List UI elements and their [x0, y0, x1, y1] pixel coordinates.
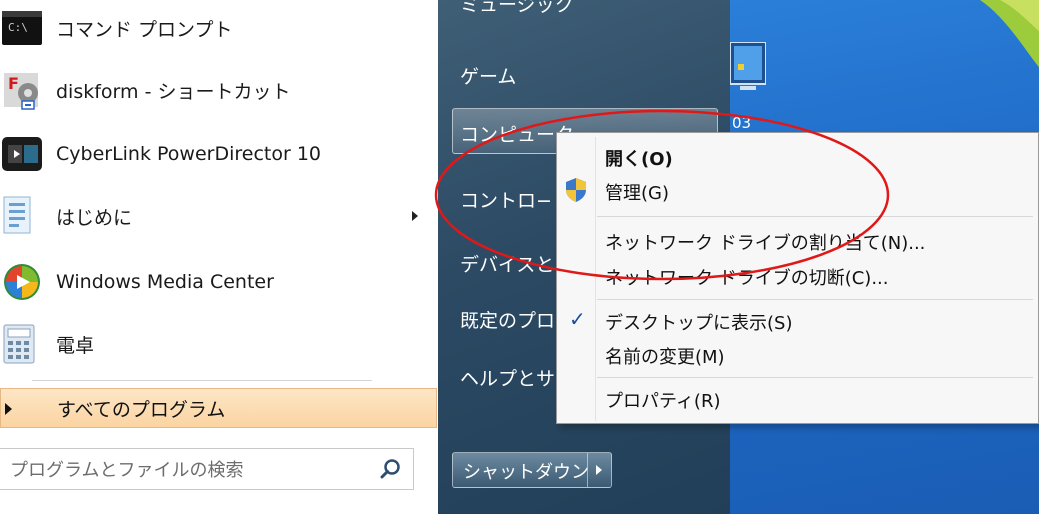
menu-item-devices-printers[interactable]: デバイスと: [460, 250, 554, 277]
context-item-show-on-desktop[interactable]: デスクトップに表示(S): [605, 309, 792, 335]
search-icon[interactable]: [379, 457, 403, 481]
menu-separator: [597, 299, 1033, 300]
divider: [587, 453, 588, 487]
program-label: はじめに: [56, 206, 133, 229]
program-label: CyberLink PowerDirector 10: [56, 143, 322, 165]
menu-separator: [597, 377, 1033, 378]
menu-item-help-support[interactable]: ヘルプとサ: [460, 364, 555, 391]
checkmark-icon: ✓: [569, 307, 586, 331]
media-center-icon: [0, 261, 46, 303]
powerdirector-icon: [0, 133, 46, 175]
program-item-diskform[interactable]: F diskform - ショートカット: [0, 62, 430, 118]
search-input[interactable]: [0, 449, 382, 491]
program-item-calculator[interactable]: 電卓: [0, 316, 430, 372]
menu-item-default-programs[interactable]: 既定のプロ: [460, 306, 555, 333]
program-item-cmd[interactable]: C:\ コマンド プロンプト: [0, 0, 430, 56]
context-item-rename[interactable]: 名前の変更(M): [605, 343, 725, 369]
expand-arrow-icon: [5, 403, 12, 415]
svg-text:F: F: [8, 74, 19, 93]
submenu-arrow-icon: [412, 211, 418, 221]
uac-shield-icon: [565, 177, 587, 203]
all-programs-label: すべてのプログラム: [57, 398, 226, 421]
desktop-icon-caption: 03: [732, 114, 752, 132]
context-item-properties[interactable]: プロパティ(R): [605, 387, 720, 413]
menu-item-games[interactable]: ゲーム: [460, 62, 516, 89]
getting-started-icon: [0, 195, 46, 237]
program-item-powerdirector[interactable]: CyberLink PowerDirector 10: [0, 126, 430, 182]
context-item-map-network-drive[interactable]: ネットワーク ドライブの割り当て(N)...: [605, 229, 925, 255]
cmd-icon: C:\: [0, 7, 46, 49]
start-menu-left-panel: C:\ コマンド プロンプト F diskform - ショートカット Cybe…: [0, 0, 438, 514]
program-item-getting-started[interactable]: はじめに: [0, 188, 430, 244]
context-item-manage[interactable]: 管理(G): [605, 179, 669, 205]
program-label: コマンド プロンプト: [56, 18, 233, 41]
program-label: 電卓: [56, 334, 95, 357]
svg-text:C:\: C:\: [8, 21, 28, 34]
shutdown-options-arrow-icon[interactable]: [596, 465, 602, 475]
shutdown-label: シャットダウン: [463, 462, 589, 483]
calculator-icon: [0, 323, 46, 365]
context-menu: 開く(O) 管理(G) ネットワーク ドライブの割り当て(N)... ネットワー…: [556, 132, 1039, 424]
program-label: Windows Media Center: [56, 271, 274, 293]
program-label: diskform - ショートカット: [56, 80, 291, 103]
search-box: [0, 448, 414, 491]
menu-item-music[interactable]: ミュージック: [460, 0, 574, 17]
menu-gutter: [595, 137, 596, 421]
context-item-open[interactable]: 開く(O): [605, 145, 673, 171]
computer-desktop-icon[interactable]: [730, 41, 767, 96]
menu-separator: [597, 216, 1033, 217]
all-programs-button[interactable]: すべてのプログラム: [0, 388, 437, 428]
context-item-disconnect-network-drive[interactable]: ネットワーク ドライブの切断(C)...: [605, 264, 889, 290]
menu-item-control-panel[interactable]: コントロ−: [460, 186, 552, 213]
diskform-icon: F: [0, 69, 46, 111]
shutdown-button[interactable]: シャットダウン: [452, 452, 612, 488]
program-item-media-center[interactable]: Windows Media Center: [0, 254, 430, 310]
divider: [32, 380, 372, 381]
